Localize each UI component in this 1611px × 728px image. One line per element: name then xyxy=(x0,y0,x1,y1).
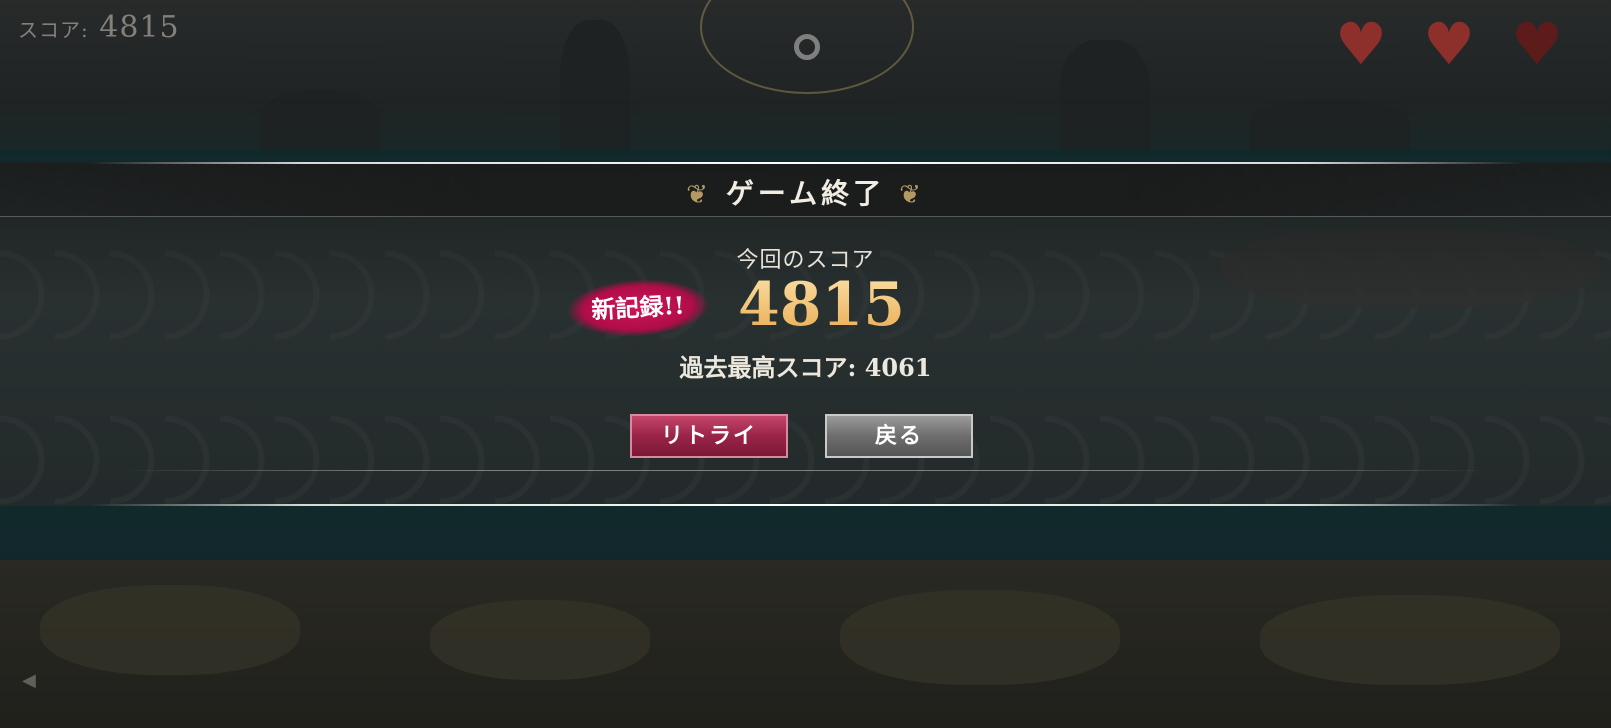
current-score-value: 4815 xyxy=(738,270,905,340)
heart-icon: ♥ xyxy=(1335,10,1387,78)
eye-icon xyxy=(794,34,820,60)
thorn-ornament-icon: ❦ xyxy=(899,180,925,210)
dialog-divider xyxy=(120,470,1491,471)
retry-button[interactable]: リトライ xyxy=(630,414,788,458)
dialog-title-bar: ❦ ゲーム終了 ❦ xyxy=(0,164,1611,217)
dialog-title-row: ❦ ゲーム終了 ❦ xyxy=(0,172,1611,212)
heart-icon: ♥ xyxy=(1511,10,1563,78)
back-button[interactable]: 戻る xyxy=(825,414,973,458)
thorn-ornament-icon: ❦ xyxy=(686,180,712,210)
best-score: 過去最高スコア: 4061 xyxy=(679,353,932,382)
pause-icon[interactable]: ◀ xyxy=(22,670,36,691)
heart-icon: ♥ xyxy=(1423,10,1475,78)
life-hearts: ♥ ♥ ♥ xyxy=(1329,12,1569,76)
hud-score: スコア: 4815 xyxy=(18,10,180,45)
game-over-dialog: ❦ ゲーム終了 ❦ 今回のスコア 新記録!! 4815 過去最高スコア: 4061 … xyxy=(0,162,1611,506)
dialog-title: ゲーム終了 xyxy=(725,177,886,210)
hud-score-value: 4815 xyxy=(99,10,180,45)
new-record-badge: 新記録!! xyxy=(566,276,710,340)
hud-score-label: スコア: xyxy=(18,18,89,42)
